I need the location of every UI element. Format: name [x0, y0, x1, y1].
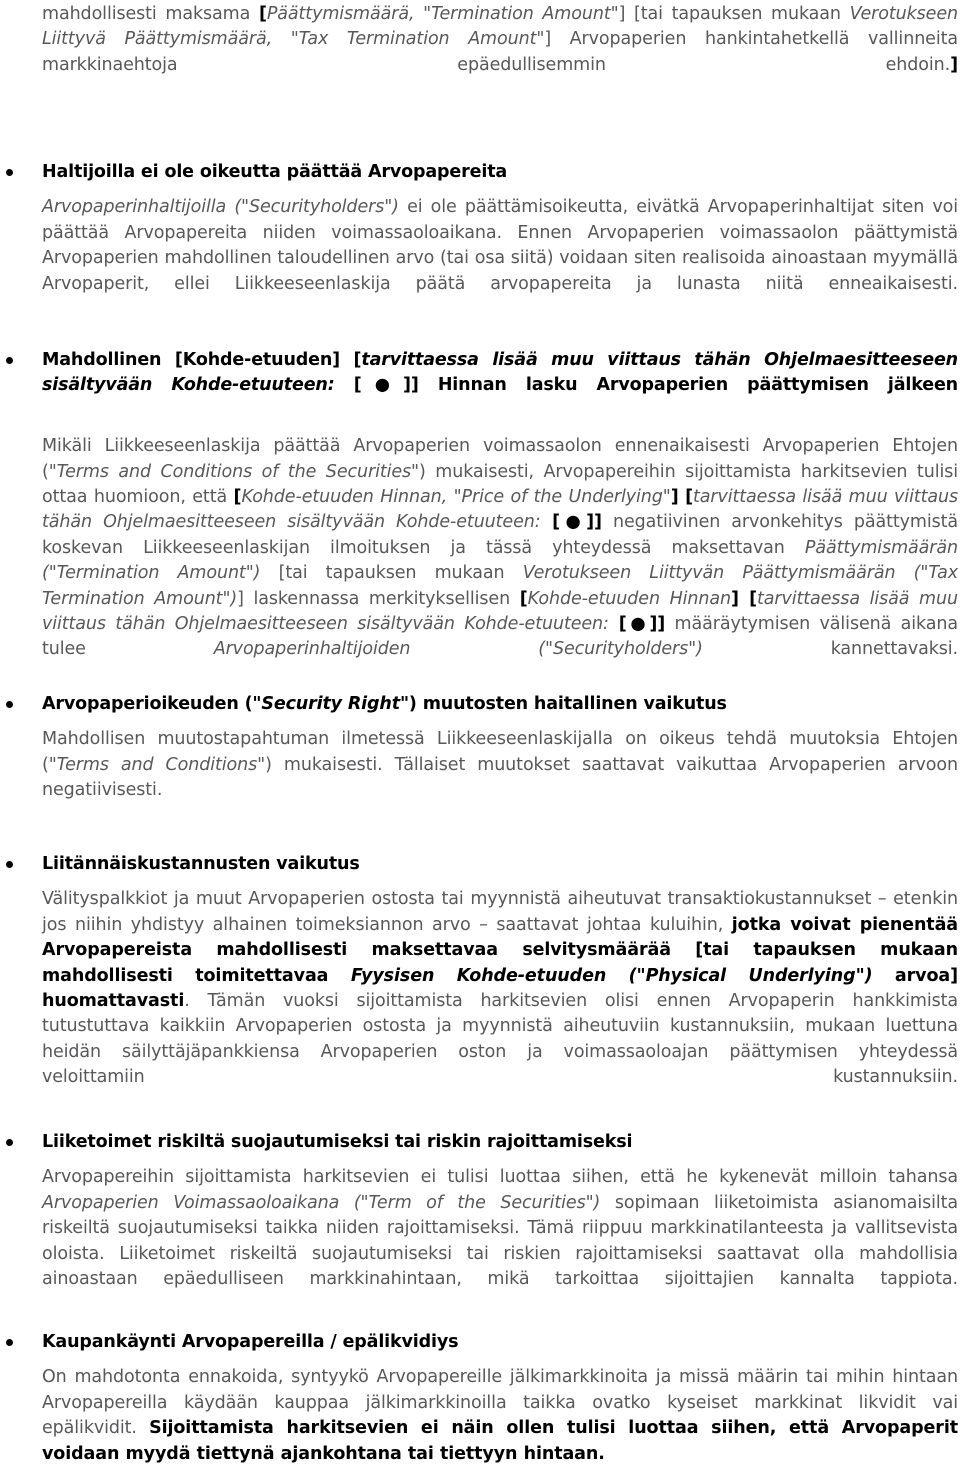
section-heading: Mahdollinen [Kohde-etuuden] [tarvittaess… [42, 350, 958, 396]
bullet-icon [6, 861, 13, 868]
section-heading-row: Mahdollinen [Kohde-etuuden] [tarvittaess… [0, 348, 958, 424]
section-liiketoimet-riskilta-suojautumiseksi: Liiketoimet riskiltä suojautumiseksi tai… [0, 1130, 958, 1318]
section-heading-row: Liiketoimet riskiltä suojautumiseksi tai… [0, 1130, 958, 1155]
bullet-icon [6, 357, 13, 364]
section-heading-row: Liitännäiskustannusten vaikutus [0, 852, 958, 877]
section-body-text: Arvopapereihin sijoittamista harkitsevie… [42, 1167, 959, 1290]
section-body-text: Mahdollisen muutostapahtuman ilmetessä L… [42, 729, 958, 801]
section-haltijoilla-ei-ole-oikeutta: Haltijoilla ei ole oikeutta päättää Arvo… [0, 160, 958, 322]
bullet-icon [6, 1139, 13, 1146]
section-kaupankaynti-epalikvidiys: Kaupankäynti Arvopapereilla / epälikvidi… [0, 1330, 958, 1467]
section-heading-row: Kaupankäynti Arvopapereilla / epälikvidi… [0, 1330, 958, 1355]
section-body: Arvopapereihin sijoittamista harkitsevie… [0, 1165, 958, 1317]
section-body-text: On mahdotonta ennakoida, syntyykö Arvopa… [42, 1367, 958, 1464]
section-heading: Kaupankäynti Arvopapereilla / epälikvidi… [42, 1332, 459, 1352]
section-heading: Liitännäiskustannusten vaikutus [42, 854, 360, 874]
section-body-text: Arvopaperinhaltijoilla ("Securityholders… [42, 197, 958, 294]
intro-paragraph: mahdollisesti maksama [Päättymismäärä, "… [42, 2, 958, 104]
bullet-icon [6, 169, 13, 176]
section-body-text: Mikäli Liikkeeseenlaskija päättää Arvopa… [42, 436, 958, 660]
section-body: Mahdollisen muutostapahtuman ilmetessä L… [0, 727, 958, 829]
section-heading: Haltijoilla ei ole oikeutta päättää Arvo… [42, 162, 508, 182]
section-kohde-etuuden-hinnan-lasku: Mahdollinen [Kohde-etuuden] [tarvittaess… [0, 348, 958, 688]
section-heading: Liiketoimet riskiltä suojautumiseksi tai… [42, 1132, 633, 1152]
bullet-icon [6, 701, 13, 708]
section-body: On mahdotonta ennakoida, syntyykö Arvopa… [0, 1365, 958, 1467]
section-body: Arvopaperinhaltijoilla ("Securityholders… [0, 195, 958, 322]
section-liitannaiskustannusten-vaikutus: Liitännäiskustannusten vaikutus Välitysp… [0, 852, 958, 1116]
section-arvopaperioikeuden-muutokset: Arvopaperioikeuden ("Security Right") mu… [0, 692, 958, 829]
section-heading-row: Haltijoilla ei ole oikeutta päättää Arvo… [0, 160, 958, 185]
section-body: Mikäli Liikkeeseenlaskija päättää Arvopa… [0, 434, 958, 688]
intro-paragraph-text: mahdollisesti maksama [Päättymismäärä, "… [42, 4, 958, 75]
section-body: Välityspalkkiot ja muut Arvopaperien ost… [0, 887, 958, 1116]
section-body-text: Välityspalkkiot ja muut Arvopaperien ost… [42, 889, 958, 1088]
document-page: mahdollisesti maksama [Päättymismäärä, "… [0, 0, 960, 1464]
bullet-icon [6, 1339, 13, 1346]
section-heading: Arvopaperioikeuden ("Security Right") mu… [42, 694, 727, 714]
section-heading-row: Arvopaperioikeuden ("Security Right") mu… [0, 692, 958, 717]
